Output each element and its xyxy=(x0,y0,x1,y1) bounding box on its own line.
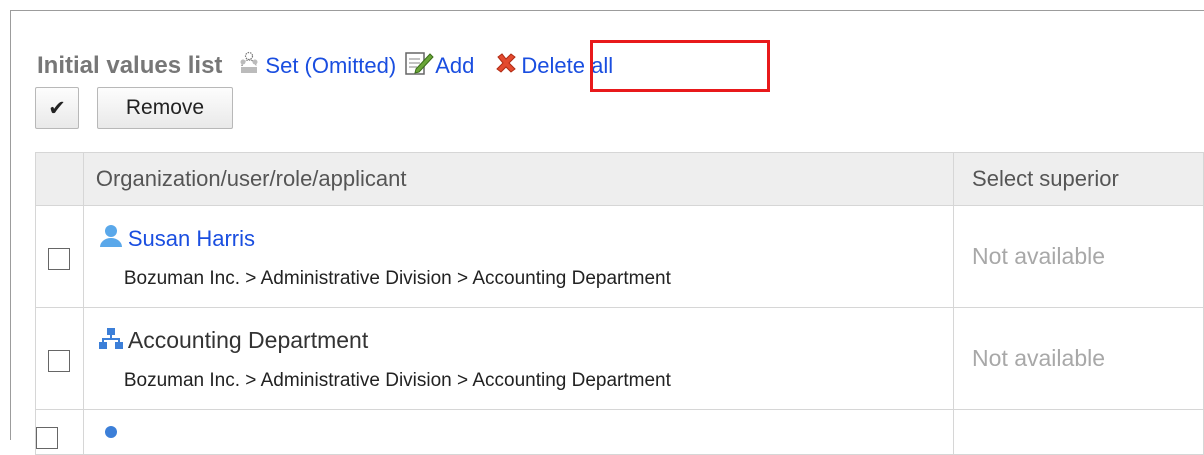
row-superior-cell xyxy=(953,409,1204,455)
column-header-organization: Organization/user/role/applicant xyxy=(82,152,955,206)
set-link-label: Set (Omitted) xyxy=(265,53,397,78)
delete-all-highlight xyxy=(590,40,770,92)
initial-values-table: Organization/user/role/applicant Select … xyxy=(35,152,1204,455)
row-checkbox-cell xyxy=(35,307,84,410)
section-title: Initial values list xyxy=(37,52,223,79)
row-entity-name-link[interactable]: Susan Harris xyxy=(128,226,255,252)
column-header-select-superior: Select superior xyxy=(953,152,1204,206)
table-toolbar: ✔ Remove xyxy=(35,87,233,129)
user-icon xyxy=(98,224,124,254)
role-icon xyxy=(98,424,124,454)
row-superior-cell: Not available xyxy=(953,205,1204,308)
set-link[interactable]: Set (Omitted) xyxy=(236,50,396,82)
delete-x-icon xyxy=(494,51,518,81)
row-entity-path: Bozuman Inc. > Administrative Division >… xyxy=(123,267,671,289)
row-entity-path: Bozuman Inc. > Administrative Division >… xyxy=(123,369,671,391)
remove-button[interactable]: Remove xyxy=(97,87,233,129)
organization-icon xyxy=(98,326,124,356)
row-entity-name: Accounting Department xyxy=(127,327,369,353)
row-checkbox[interactable] xyxy=(48,248,71,270)
initial-values-header: Initial values list Set (Omitted) Add De… xyxy=(37,46,613,86)
table-row: Susan Harris Bozuman Inc. > Administrati… xyxy=(35,205,1204,308)
add-link-label: Add xyxy=(435,53,475,78)
superior-status: Not available xyxy=(972,345,1106,371)
row-checkbox-cell xyxy=(35,409,84,455)
table-row-partial xyxy=(35,409,1204,455)
table-header-row: Organization/user/role/applicant Select … xyxy=(35,152,1204,206)
row-entity-cell: Susan Harris Bozuman Inc. > Administrati… xyxy=(82,205,955,308)
add-link[interactable]: Add xyxy=(404,50,474,82)
edit-icon xyxy=(404,50,434,82)
checkbox-column-header xyxy=(35,152,84,206)
superior-status: Not available xyxy=(972,243,1106,269)
row-checkbox[interactable] xyxy=(48,350,71,372)
select-all-button[interactable]: ✔ xyxy=(35,87,79,129)
row-checkbox[interactable] xyxy=(36,426,58,449)
users-icon xyxy=(236,50,262,82)
row-entity-cell xyxy=(82,409,955,455)
row-checkbox-cell xyxy=(35,205,84,308)
row-superior-cell: Not available xyxy=(953,307,1204,410)
table-row: Accounting Department Bozuman Inc. > Adm… xyxy=(35,307,1204,410)
row-entity-cell: Accounting Department Bozuman Inc. > Adm… xyxy=(82,307,955,410)
